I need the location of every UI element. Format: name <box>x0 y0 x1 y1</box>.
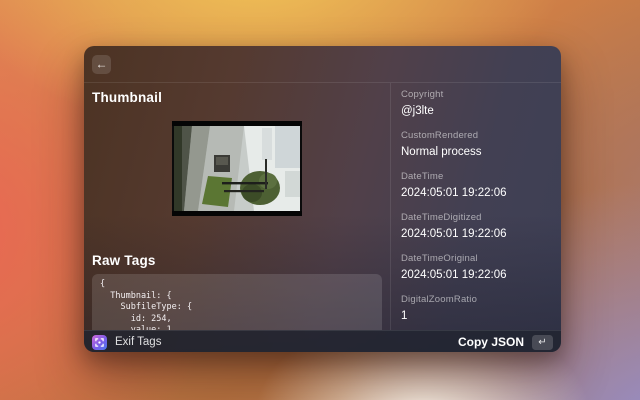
metadata-row: Copyright @j3lte <box>401 89 551 117</box>
raw-tags-section-title: Raw Tags <box>92 253 382 268</box>
back-button[interactable]: ← <box>92 55 111 74</box>
thumbnail-section-title: Thumbnail <box>92 90 382 105</box>
metadata-label: Copyright <box>401 89 551 100</box>
metadata-value: 2024:05:01 19:22:06 <box>401 269 551 281</box>
metadata-value: 2024:05:01 19:22:06 <box>401 228 551 240</box>
metadata-label: DigitalZoomRatio <box>401 294 551 305</box>
metadata-value: 1 <box>401 310 551 322</box>
raw-tags-code-block[interactable]: { Thumbnail: { SubfileType: { id: 254, v… <box>92 274 382 330</box>
window-header: ← <box>84 46 561 83</box>
metadata-value: @j3lte <box>401 105 551 117</box>
code-line: value: 1, <box>100 325 374 330</box>
code-line: Thumbnail: { <box>100 291 374 303</box>
metadata-label: CustomRendered <box>401 130 551 141</box>
metadata-label: DateTimeDigitized <box>401 212 551 223</box>
window-body: Thumbnail <box>84 83 561 330</box>
main-panel: Thumbnail <box>84 83 390 330</box>
return-key-icon: ↵ <box>538 337 546 348</box>
metadata-row: DigitalZoomRatio 1 <box>401 294 551 322</box>
metadata-row: DateTimeDigitized 2024:05:01 19:22:06 <box>401 212 551 240</box>
metadata-value: Normal process <box>401 146 551 158</box>
metadata-label: DateTimeOriginal <box>401 253 551 264</box>
metadata-label: DateTime <box>401 171 551 182</box>
code-line: SubfileType: { <box>100 302 374 314</box>
metadata-row: CustomRendered Normal process <box>401 130 551 158</box>
thumbnail-container <box>92 121 382 216</box>
metadata-row: DateTime 2024:05:01 19:22:06 <box>401 171 551 199</box>
code-line: { <box>100 279 374 291</box>
metadata-value: 2024:05:01 19:22:06 <box>401 187 551 199</box>
copy-json-button[interactable]: Copy JSON <box>458 335 524 349</box>
viewfinder-icon <box>95 338 104 347</box>
thumbnail-image <box>172 121 302 216</box>
metadata-panel: Copyright @j3lte CustomRendered Normal p… <box>390 83 561 330</box>
footer-bar: Exif Tags Copy JSON ↵ <box>84 330 561 352</box>
enter-key-badge[interactable]: ↵ <box>532 335 553 350</box>
back-arrow-icon: ← <box>96 58 108 70</box>
code-line: id: 254, <box>100 314 374 326</box>
footer-app-name: Exif Tags <box>115 336 161 348</box>
exif-tags-window: ← Thumbnail <box>84 46 561 352</box>
metadata-row: DateTimeOriginal 2024:05:01 19:22:06 <box>401 253 551 281</box>
exif-tags-extension-icon <box>92 335 107 350</box>
